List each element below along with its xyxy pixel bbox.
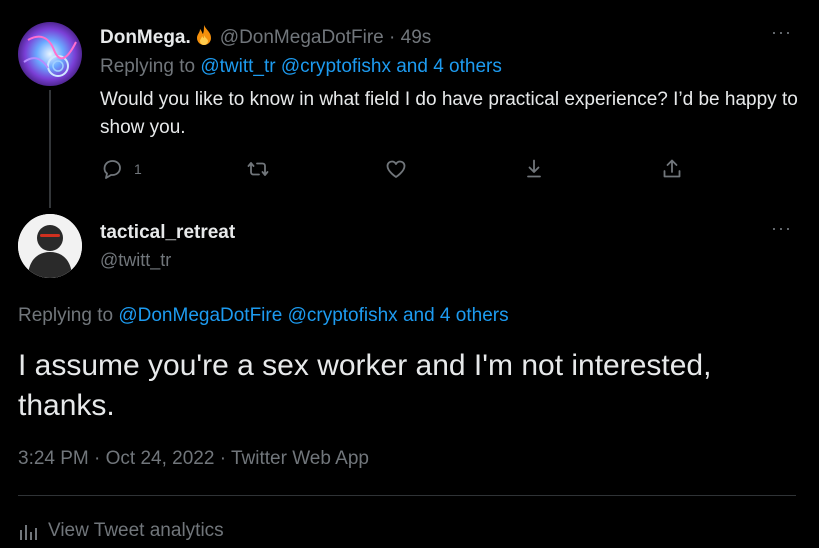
avatar[interactable]: [18, 214, 82, 278]
tweet-text: I assume you're a sex worker and I'm not…: [18, 349, 712, 422]
display-name[interactable]: tactical_retreat: [100, 222, 235, 244]
like-icon: [386, 160, 406, 178]
replying-to-links[interactable]: @DonMegaDotFire @cryptofishx and 4 other…: [118, 305, 508, 326]
more-options-icon[interactable]: ···: [771, 22, 792, 43]
timestamp[interactable]: 49s: [401, 27, 432, 48]
download-icon: [527, 159, 541, 178]
download-button[interactable]: [522, 156, 546, 182]
replying-to: Replying to @twitt_tr @cryptofishx and 4…: [100, 56, 502, 78]
tweet-timestamp[interactable]: 3:24 PM · Oct 24, 2022 · Twitter Web App: [18, 448, 369, 470]
replying-to-prefix: Replying to: [100, 56, 196, 77]
retweet-button[interactable]: [246, 156, 270, 182]
reply-count: 1: [134, 161, 142, 177]
fire-icon: [194, 24, 214, 52]
avatar[interactable]: [18, 22, 82, 86]
share-icon: [663, 159, 681, 178]
more-options-icon[interactable]: ···: [771, 218, 792, 239]
share-button[interactable]: [660, 156, 684, 182]
divider: [18, 495, 796, 496]
tweet-text: Would you like to know in what field I d…: [100, 89, 798, 138]
separator: ·: [389, 27, 396, 48]
retweet-icon: [247, 162, 269, 176]
replying-to-links[interactable]: @twitt_tr @cryptofishx and 4 others: [200, 56, 502, 77]
handle[interactable]: @DonMegaDotFire: [220, 27, 384, 48]
reply-button[interactable]: 1: [100, 156, 142, 182]
handle[interactable]: @twitt_tr: [100, 250, 171, 271]
like-button[interactable]: [384, 156, 408, 182]
tweet-header: DonMega. @DonMegaDotFire · 49s: [100, 24, 431, 52]
analytics-icon: [20, 525, 37, 540]
display-name[interactable]: DonMega.: [100, 27, 191, 48]
reply-icon: [103, 160, 121, 179]
replying-to-prefix: Replying to: [18, 305, 114, 326]
replying-to: Replying to @DonMegaDotFire @cryptofishx…: [18, 305, 509, 327]
analytics-label: View Tweet analytics: [48, 520, 224, 541]
view-analytics-link[interactable]: View Tweet analytics: [18, 520, 224, 542]
thread-line: [49, 90, 51, 208]
